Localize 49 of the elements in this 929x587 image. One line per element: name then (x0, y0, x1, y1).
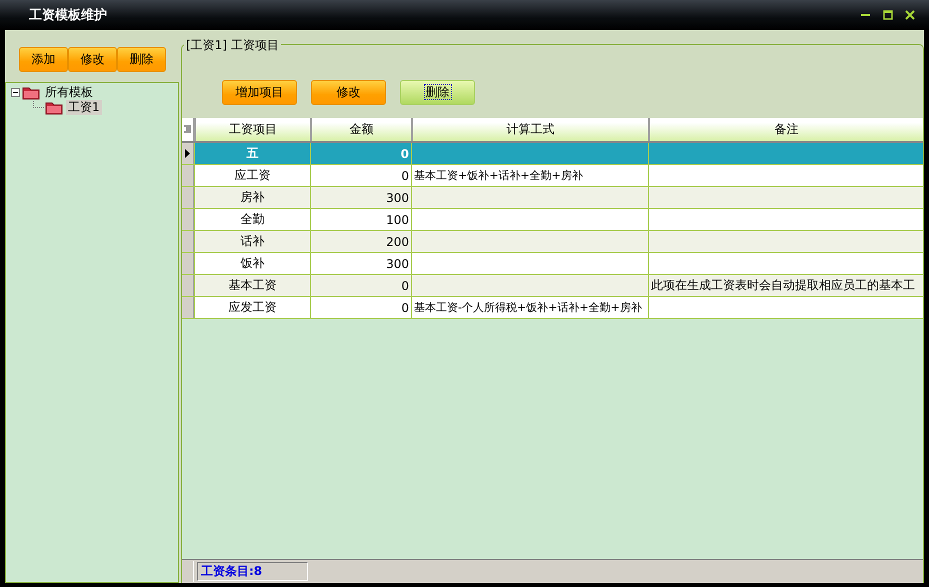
table-row[interactable]: 话补 200 (182, 231, 923, 253)
table-cell: 基本工资+饭补+话补+全勤+房补 (414, 168, 583, 183)
table-row[interactable]: 应工资 0 基本工资+饭补+话补+全勤+房补 (182, 165, 923, 187)
table-row[interactable]: 全勤 100 (182, 209, 923, 231)
maximize-icon[interactable] (883, 10, 893, 20)
table-cell: 话补 (240, 233, 264, 250)
folder-icon (45, 100, 63, 114)
toolbar-button[interactable]: 添加 (19, 47, 68, 72)
column-header[interactable]: 备注 (648, 118, 923, 141)
toolbar-button[interactable]: 删除 (400, 80, 475, 105)
table-cell: 五 (246, 145, 258, 162)
table-cell: 300 (386, 256, 409, 270)
table-cell: 基本工资-个人所得税+饭补+话补+全勤+房补 (414, 300, 642, 315)
table-cell: 200 (386, 234, 409, 248)
row-pointer-icon (185, 149, 190, 158)
table-cell: 0 (401, 278, 409, 292)
table-cell: 应工资 (234, 167, 270, 184)
table-cell: 基本工资 (228, 277, 276, 294)
collapse-icon[interactable] (11, 88, 20, 97)
table-row[interactable]: 基本工资 0 此项在生成工资表时会自动提取相应员工的基本工 (182, 275, 923, 297)
table-cell: 房补 (240, 189, 264, 206)
tree-item[interactable]: 工资1 (66, 100, 102, 115)
column-header[interactable]: 金额 (310, 118, 411, 141)
folder-icon (22, 86, 40, 100)
toolbar-button[interactable]: 修改 (311, 80, 386, 105)
group-title: [工资1] 工资项目 (184, 37, 281, 54)
table-cell: 0 (401, 168, 409, 182)
column-header[interactable]: 工资项目 (194, 118, 310, 141)
table-cell: 此项在生成工资表时会自动提取相应员工的基本工 (651, 277, 915, 294)
toolbar-button[interactable]: 增加项目 (222, 80, 297, 105)
table-cell: 0 (401, 300, 409, 314)
table-cell: 饭补 (240, 255, 264, 272)
table-row[interactable]: 应发工资 0 基本工资-个人所得税+饭补+话补+全勤+房补 (182, 297, 923, 319)
status-text: 工资条目:8 (197, 562, 308, 581)
toolbar-button[interactable]: 删除 (117, 47, 166, 72)
table-cell: 0 (400, 146, 409, 160)
close-icon[interactable] (905, 10, 915, 20)
tree-item[interactable]: 所有模板 (43, 85, 95, 100)
table-cell: 100 (386, 212, 409, 226)
column-chooser-icon[interactable] (182, 118, 194, 141)
row-header[interactable] (182, 143, 194, 164)
table-cell: 300 (386, 190, 409, 204)
table-cell: 全勤 (240, 211, 264, 228)
window-title: 工资模板维护 (29, 6, 107, 24)
toolbar-button[interactable]: 修改 (68, 47, 117, 72)
table-row[interactable]: 饭补 300 (182, 253, 923, 275)
column-header[interactable]: 计算工式 (411, 118, 648, 141)
table-row[interactable]: 房补 300 (182, 187, 923, 209)
table-cell: 应发工资 (228, 299, 276, 316)
